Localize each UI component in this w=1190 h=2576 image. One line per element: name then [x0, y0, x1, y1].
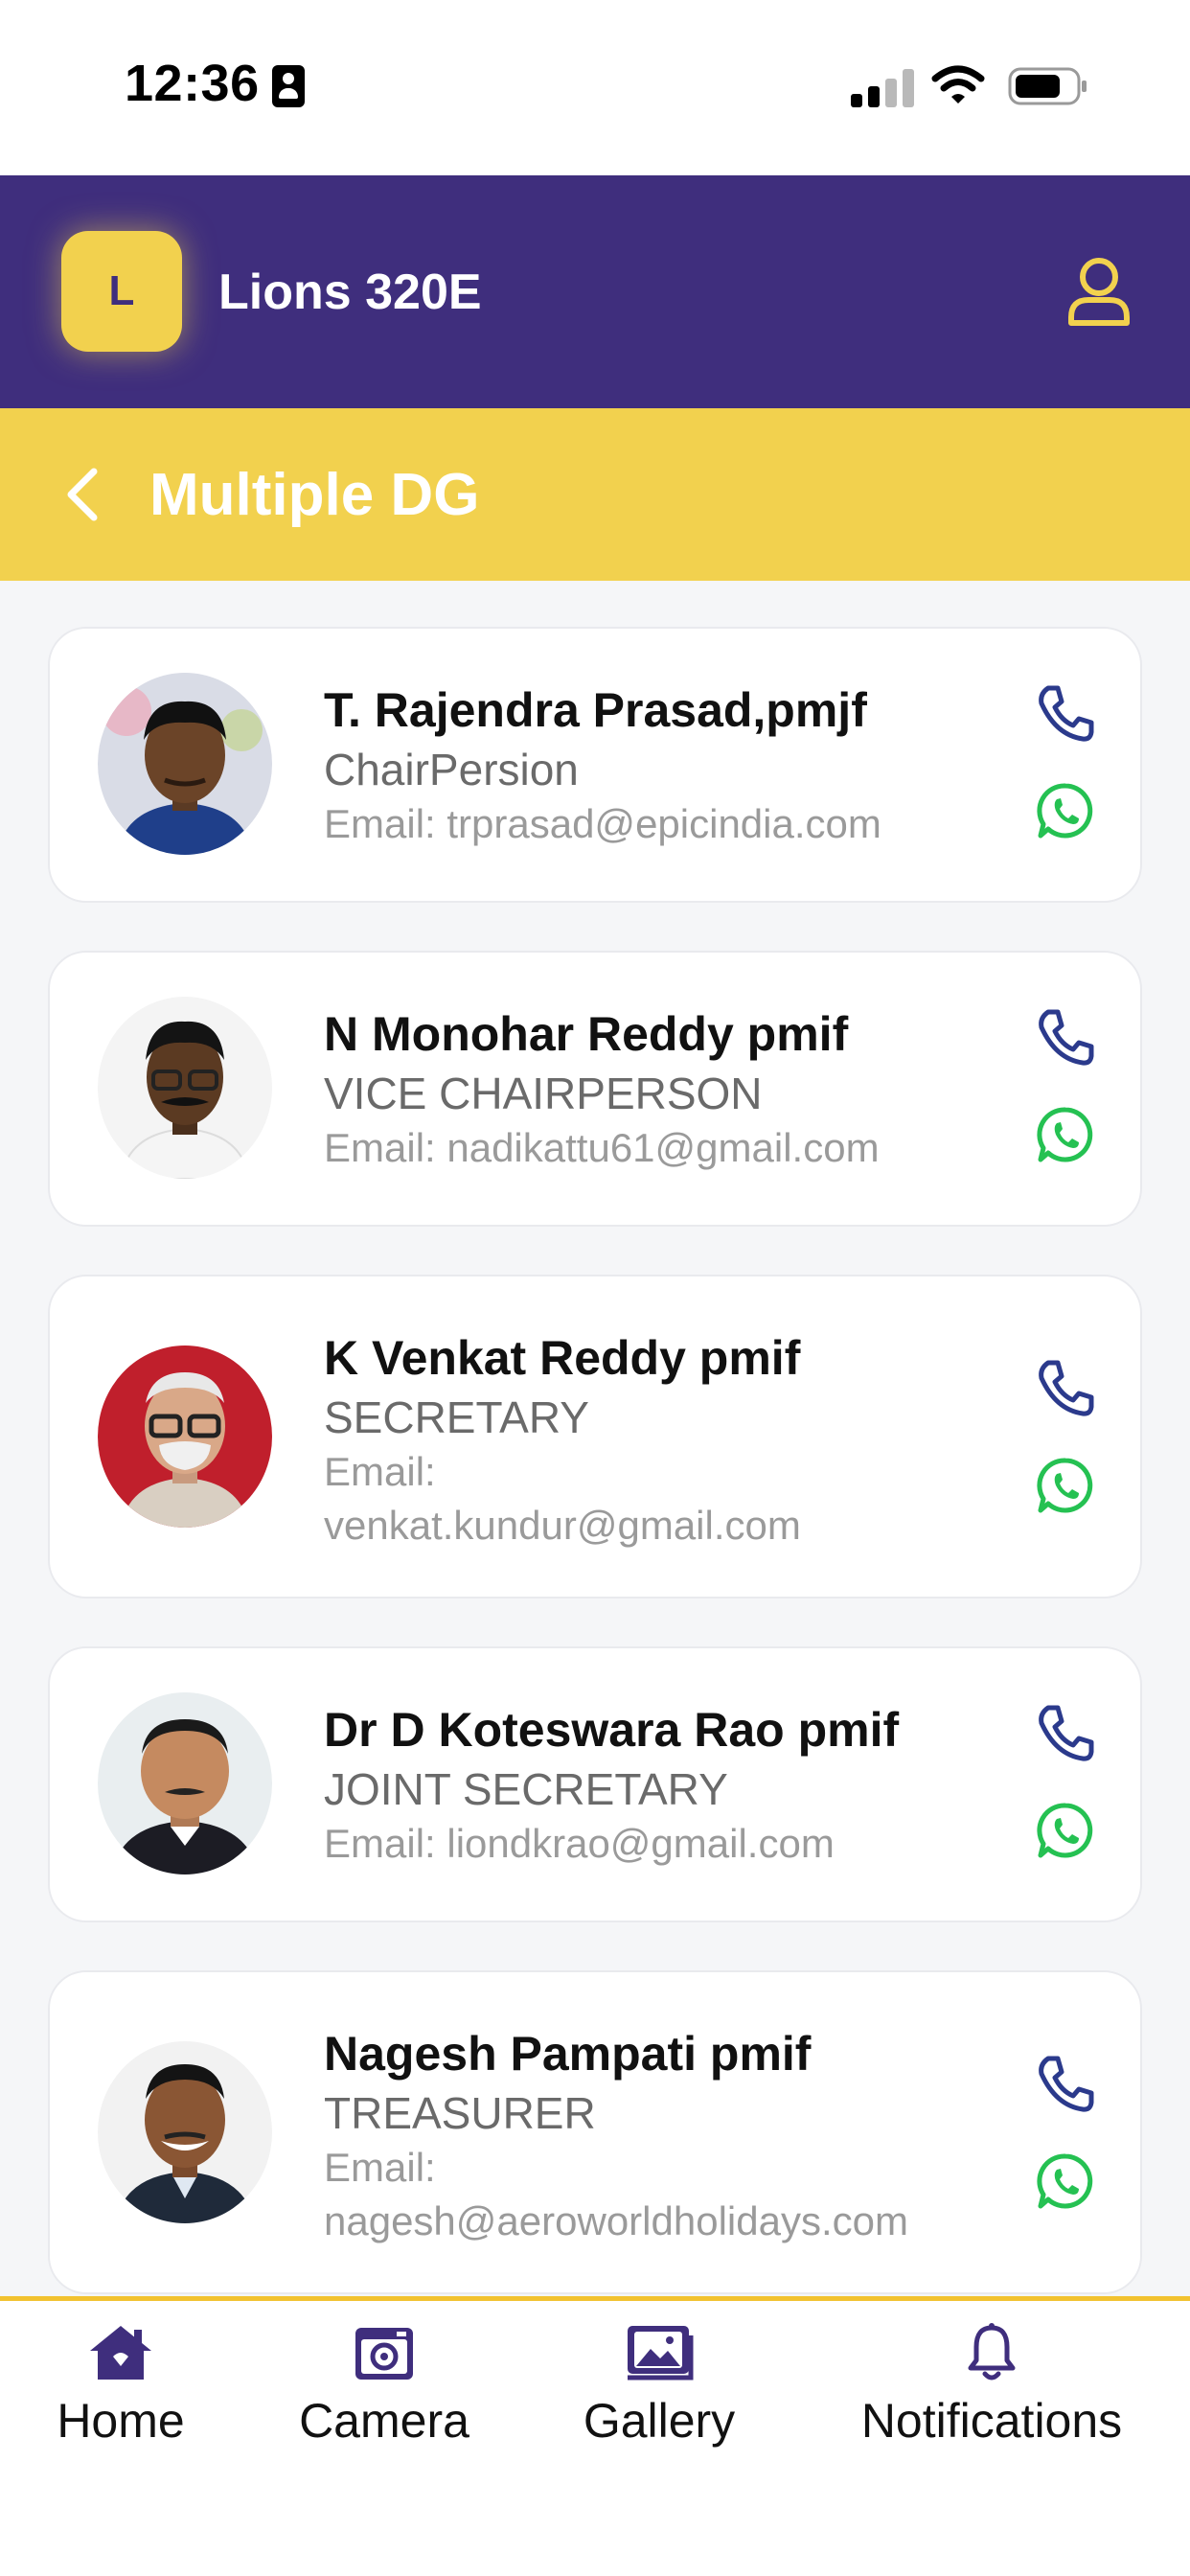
gallery-icon [628, 2326, 694, 2380]
member-email[interactable]: Email: liondkrao@gmail.com [324, 1817, 835, 1871]
page-title-bar: Multiple DG [0, 408, 1190, 581]
nav-home[interactable]: Home [50, 2322, 192, 2449]
member-photo [98, 1692, 272, 1874]
wifi-icon [931, 65, 985, 104]
member-role: TREASURER [324, 2088, 596, 2138]
nav-camera[interactable]: Camera [293, 2322, 475, 2449]
home-icon [90, 2326, 151, 2380]
nav-camera-label: Camera [299, 2394, 469, 2448]
whatsapp-icon[interactable] [1037, 1802, 1094, 1859]
member-card: K Venkat Reddy pmif SECRETARY Email: ven… [48, 1275, 1142, 1598]
status-time: 12:36 [125, 55, 260, 112]
app-header: L Lions 320E [0, 175, 1190, 408]
member-role: SECRETARY [324, 1392, 589, 1442]
whatsapp-icon[interactable] [1037, 1106, 1094, 1163]
member-email-prefix: Email: [324, 2145, 436, 2190]
app-title: Lions 320E [218, 264, 482, 320]
nav-gallery[interactable]: Gallery [577, 2322, 742, 2449]
page-title: Multiple DG [149, 462, 480, 528]
member-card: Dr D Koteswara Rao pmif JOINT SECRETARY … [48, 1646, 1142, 1922]
app-logo: L [61, 231, 182, 352]
member-card: T. Rajendra Prasad,pmjf ChairPersion Ema… [48, 627, 1142, 903]
whatsapp-icon[interactable] [1037, 782, 1094, 840]
member-photo [98, 1346, 272, 1528]
back-chevron-icon[interactable] [59, 466, 107, 523]
phone-call-icon[interactable] [1035, 682, 1096, 744]
member-role: ChairPersion [324, 745, 579, 794]
member-name: Nagesh Pampati pmif [324, 2027, 812, 2081]
phone-call-icon[interactable] [1035, 1702, 1096, 1763]
phone-call-icon[interactable] [1035, 2053, 1096, 2114]
camera-icon [355, 2328, 413, 2380]
member-card: Nagesh Pampati pmif TREASURER Email: nag… [48, 1970, 1142, 2294]
status-bar: 12:36 [0, 0, 1190, 175]
bottom-nav: Home Camera Gallery Notifications [0, 2296, 1190, 2576]
member-photo [98, 997, 272, 1179]
member-photo [98, 673, 272, 855]
bell-icon [968, 2323, 1016, 2380]
member-email-prefix: Email: [324, 1449, 436, 1494]
nav-notifications-label: Notifications [860, 2394, 1123, 2448]
member-list: T. Rajendra Prasad,pmjf ChairPersion Ema… [0, 581, 1190, 2296]
nav-notifications[interactable]: Notifications [843, 2322, 1140, 2449]
contact-card-icon [272, 65, 305, 107]
member-name: N Monohar Reddy pmif [324, 1007, 849, 1061]
nav-gallery-label: Gallery [583, 2394, 736, 2448]
member-role: VICE CHAIRPERSON [324, 1069, 763, 1118]
member-email[interactable]: nagesh@aeroworldholidays.com [324, 2195, 908, 2248]
phone-call-icon[interactable] [1035, 1006, 1096, 1068]
profile-icon[interactable] [1065, 256, 1133, 329]
member-email[interactable]: Email: nadikattu61@gmail.com [324, 1121, 880, 1175]
cellular-signal-icon [851, 69, 914, 107]
member-name: K Venkat Reddy pmif [324, 1331, 801, 1385]
nav-home-label: Home [57, 2394, 185, 2448]
phone-call-icon[interactable] [1035, 1357, 1096, 1418]
member-role: JOINT SECRETARY [324, 1764, 728, 1814]
member-name: Dr D Koteswara Rao pmif [324, 1703, 900, 1757]
whatsapp-icon[interactable] [1037, 2152, 1094, 2210]
member-email[interactable]: venkat.kundur@gmail.com [324, 1499, 801, 1552]
member-name: T. Rajendra Prasad,pmjf [324, 683, 867, 737]
member-email[interactable]: Email: trprasad@epicindia.com [324, 797, 881, 851]
member-card: N Monohar Reddy pmif VICE CHAIRPERSON Em… [48, 951, 1142, 1227]
member-photo [98, 2041, 272, 2223]
whatsapp-icon[interactable] [1037, 1457, 1094, 1514]
battery-icon [1008, 67, 1087, 105]
